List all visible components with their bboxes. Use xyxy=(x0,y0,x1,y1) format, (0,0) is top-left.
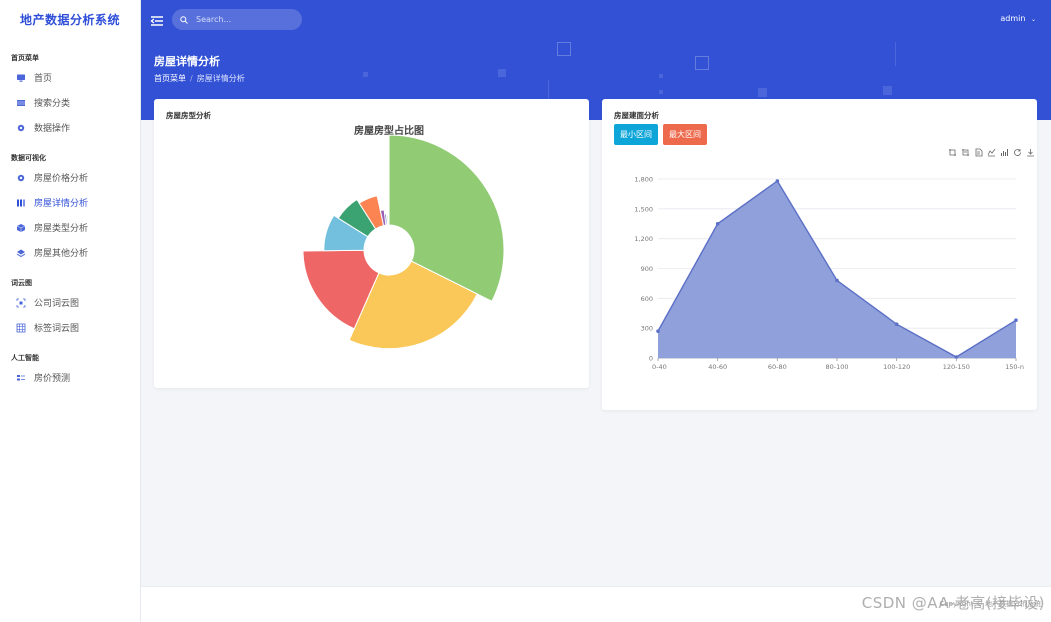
list-icon xyxy=(16,373,26,383)
grid-dots-icon xyxy=(16,298,26,308)
sidebar-item[interactable]: 数据操作 xyxy=(0,115,140,140)
data-point[interactable] xyxy=(835,278,839,283)
decor-square xyxy=(557,42,571,56)
sidebar-group-title: 首页菜单 xyxy=(11,54,39,62)
gear-icon xyxy=(16,123,26,133)
y-tick-label: 1,500 xyxy=(634,205,653,213)
x-tick-label: 60-80 xyxy=(768,363,787,371)
sidebar-item[interactable]: 房屋价格分析 xyxy=(0,165,140,190)
x-tick-label: 100-120 xyxy=(883,363,910,371)
y-tick-label: 900 xyxy=(641,265,653,273)
sidebar-item[interactable]: 房屋其他分析 xyxy=(0,240,140,265)
decor-square xyxy=(695,56,709,70)
monitor-icon xyxy=(16,73,26,83)
area-chart: 0 300 600 900 1,200 1,500 1,800 0-40 40-60 60-80 8… xyxy=(634,176,1024,372)
sidebar-item-label: 房屋其他分析 xyxy=(34,249,89,259)
gear-icon xyxy=(16,173,26,183)
sidebar-menu: 首页菜单首页搜索分类数据操作数据可视化房屋价格分析 房屋详情分析 房屋类型分析 房屋其… xyxy=(0,51,140,390)
decor-square xyxy=(758,88,767,97)
sidebar-item-label: 首页 xyxy=(34,74,53,84)
decor-line xyxy=(895,42,896,66)
sidebar: 地产数据分析系统 首页菜单首页搜索分类数据操作数据可视化房屋价格分析 房屋详情分析… xyxy=(0,0,141,622)
grid-icon xyxy=(16,323,26,333)
data-point[interactable] xyxy=(894,322,899,326)
search-box[interactable] xyxy=(172,9,302,30)
sidebar-item[interactable]: 房屋类型分析 xyxy=(0,215,140,240)
watermark: CSDN @AA-老高(接毕设) xyxy=(861,594,1045,612)
sidebar-item-label: 房价预测 xyxy=(34,374,71,384)
breadcrumb-current: 房屋详情分析 xyxy=(196,74,245,83)
sidebar-item-label: 房屋价格分析 xyxy=(34,174,89,184)
sidebar-item[interactable]: 公司词云图 xyxy=(0,290,140,315)
x-tick-label: 0-40 xyxy=(652,363,667,371)
decor-square xyxy=(659,90,663,94)
area-fill xyxy=(658,180,1016,358)
search-icon xyxy=(180,15,188,24)
brand-title: 地产数据分析系统 xyxy=(19,13,120,27)
pie-slice[interactable] xyxy=(387,215,390,226)
decor-square xyxy=(363,72,368,77)
data-point[interactable] xyxy=(715,221,720,226)
sidebar-item-label: 公司词云图 xyxy=(34,299,80,309)
x-tick-label: 150-n xyxy=(1005,363,1024,371)
decor-square xyxy=(659,74,663,78)
sidebar-group-title: 数据可视化 xyxy=(11,154,46,162)
x-tick-label: 40-60 xyxy=(708,363,727,371)
data-point[interactable] xyxy=(656,329,660,333)
sidebar-item[interactable]: 首页 xyxy=(0,65,140,90)
y-tick-label: 300 xyxy=(641,325,653,333)
y-tick-label: 600 xyxy=(641,295,653,303)
sidebar-item-label: 房屋类型分析 xyxy=(34,224,89,234)
room-type-card: 房屋房型分析 房屋房型占比图 xyxy=(154,99,589,388)
sidebar-item-label: 房屋详情分析 xyxy=(34,199,89,209)
sidebar-item-label: 标签词云图 xyxy=(34,324,80,334)
sidebar-group-title: 人工智能 xyxy=(11,354,39,362)
breadcrumb-home[interactable]: 首页菜单 xyxy=(154,74,186,83)
data-point[interactable] xyxy=(775,179,780,183)
floor-area-card: 房屋建面分析 最小区间 最大区间 0 300 600 900 1,200 1,500 1,8… xyxy=(602,99,1037,410)
user-menu[interactable]: admin ⌄ xyxy=(1000,14,1036,23)
sidebar-item[interactable]: 标签词云图 xyxy=(0,315,140,340)
sidebar-group-title: 词云图 xyxy=(11,279,32,287)
sidebar-item[interactable]: 搜索分类 xyxy=(0,90,140,115)
pie-chart: 房屋房型占比图 xyxy=(302,124,505,350)
chevron-down-icon: ⌄ xyxy=(1030,16,1036,23)
page-title: 房屋详情分析 xyxy=(154,55,220,68)
decor-square xyxy=(498,69,506,77)
topbar: admin ⌄ xyxy=(141,0,1051,40)
sidebar-item[interactable]: 房价预测 xyxy=(0,365,140,390)
breadcrumb: 首页菜单 / 房屋详情分析 xyxy=(154,74,245,83)
layers-icon xyxy=(16,248,26,258)
y-tick-label: 0 xyxy=(649,355,653,363)
data-point[interactable] xyxy=(1014,318,1018,323)
y-tick-label: 1,200 xyxy=(634,235,653,243)
columns-icon xyxy=(16,198,26,208)
sidebar-item-label: 数据操作 xyxy=(34,124,71,134)
table-icon xyxy=(16,98,26,108)
sidebar-item-label: 搜索分类 xyxy=(34,99,71,109)
username: admin xyxy=(1000,14,1026,23)
decor-square xyxy=(883,86,892,95)
cube-icon xyxy=(16,223,26,233)
y-tick-label: 1,800 xyxy=(634,176,653,184)
search-input[interactable] xyxy=(194,14,298,25)
collapse-menu-icon[interactable] xyxy=(150,13,164,27)
sidebar-item[interactable]: 房屋详情分析 xyxy=(0,190,140,215)
x-tick-label: 120-150 xyxy=(943,363,970,371)
x-tick-label: 80-100 xyxy=(825,363,848,371)
